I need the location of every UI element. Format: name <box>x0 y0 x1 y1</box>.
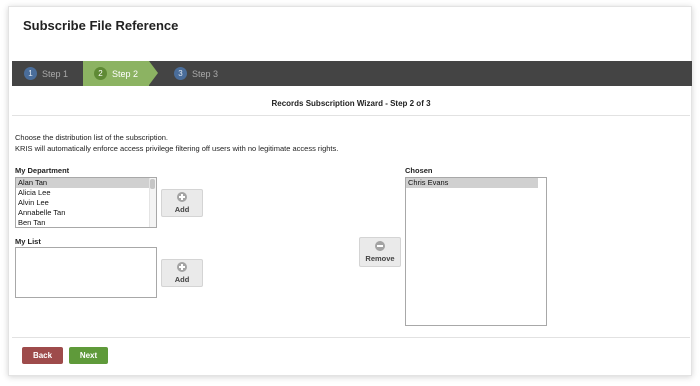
step-bar: 1 Step 1 2 Step 2 3 Step 3 <box>12 61 692 86</box>
my-department-listbox[interactable]: Alan Tan Alicia Lee Alvin Lee Annabelle … <box>15 177 157 228</box>
list-item[interactable]: Alan Tan <box>16 178 156 188</box>
page-title: Subscribe File Reference <box>23 18 179 33</box>
scrollbar-thumb[interactable] <box>150 179 155 189</box>
step-3-number: 3 <box>174 67 187 80</box>
add-my-list-button[interactable]: Add <box>161 259 203 287</box>
step-3-tab[interactable]: 3 Step 3 <box>174 61 218 86</box>
list-item[interactable]: Chris Evans <box>406 178 538 188</box>
step-3-label: Step 3 <box>192 68 219 79</box>
my-department-label: My Department <box>15 166 70 175</box>
list-item[interactable]: Alvin Lee <box>16 198 156 208</box>
footer-divider <box>12 337 690 338</box>
chosen-label: Chosen <box>405 166 433 175</box>
my-list-listbox[interactable] <box>15 247 157 298</box>
my-list-label: My List <box>15 237 41 246</box>
step-1-tab[interactable]: 1 Step 1 <box>24 61 68 86</box>
step-2-label: Step 2 <box>112 68 139 79</box>
wizard-title: Records Subscription Wizard - Step 2 of … <box>271 99 431 108</box>
wizard-window: Subscribe File Reference 1 Step 1 2 Step… <box>8 6 692 376</box>
minus-circle-icon <box>375 241 385 251</box>
step-2-number: 2 <box>94 67 107 80</box>
remove-label: Remove <box>365 254 395 263</box>
back-button[interactable]: Back <box>22 347 63 364</box>
next-button[interactable]: Next <box>69 347 108 364</box>
plus-circle-icon <box>177 262 187 272</box>
remove-button[interactable]: Remove <box>359 237 401 267</box>
scrollbar[interactable] <box>149 178 156 227</box>
add-department-label: Add <box>174 205 190 214</box>
plus-circle-icon <box>177 192 187 202</box>
instruction-line-1: Choose the distribution list of the subs… <box>15 133 168 142</box>
step-1-label: Step 1 <box>42 68 69 79</box>
list-item[interactable]: Annabelle Tan <box>16 208 156 218</box>
list-item[interactable]: Ben Tan <box>16 218 156 227</box>
add-my-list-label: Add <box>174 275 190 284</box>
chosen-listbox[interactable]: Chris Evans <box>405 177 547 326</box>
add-department-button[interactable]: Add <box>161 189 203 217</box>
instruction-line-2: KRIS will automatically enforce access p… <box>15 144 339 153</box>
list-item[interactable]: Alicia Lee <box>16 188 156 198</box>
divider <box>12 115 690 116</box>
step-1-number: 1 <box>24 67 37 80</box>
step-2-tab[interactable]: 2 Step 2 <box>83 61 158 86</box>
